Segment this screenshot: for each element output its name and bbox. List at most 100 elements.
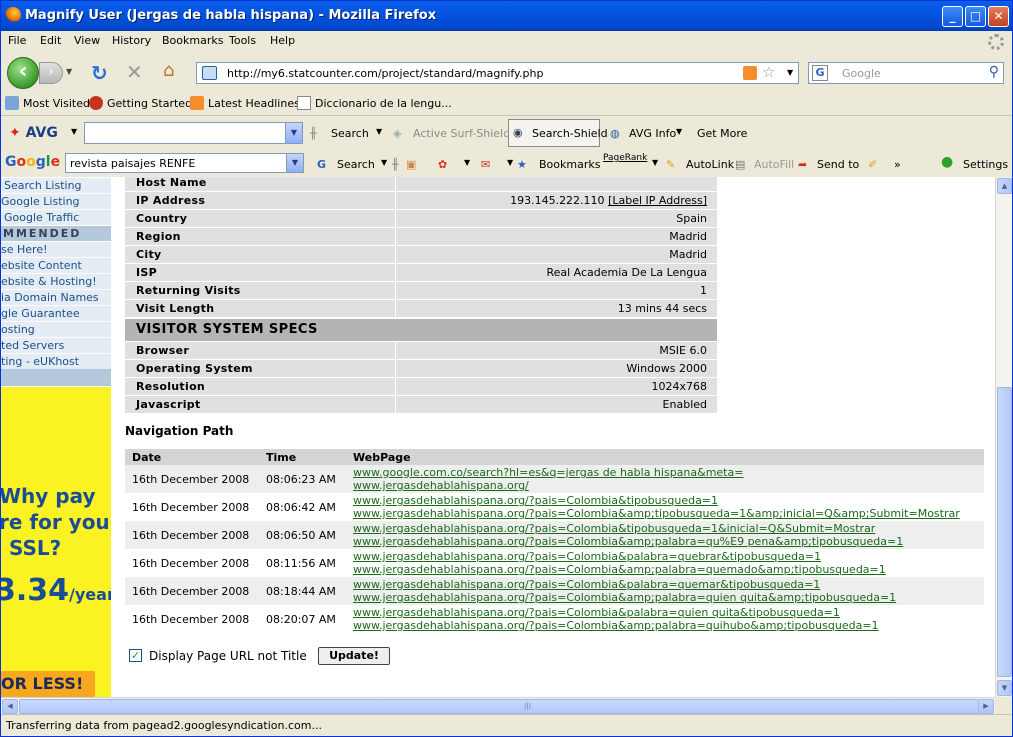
scroll-down-icon[interactable]: ▼ [997,680,1012,696]
search-icon[interactable]: ⚲ [989,64,999,80]
avg-search-input[interactable]: ▼ [84,122,303,144]
ad-cta-button[interactable]: OR LESS! [1,671,95,697]
menu-view[interactable]: View [74,34,100,47]
webpage-link[interactable]: www.jergasdehablahispana.org/?pais=Colom… [353,507,960,520]
forward-button[interactable]: › [39,62,63,84]
update-button[interactable]: Update! [318,647,390,665]
vertical-scrollbar[interactable]: ▲ ▼ [995,177,1012,697]
webpage-link[interactable]: www.jergasdehablahispana.org/?pais=Colom… [353,619,879,632]
url-bar[interactable]: http://my6.statcounter.com/project/stand… [196,62,799,84]
horizontal-scrollbar[interactable]: ◀ ||| ▶ [1,697,995,714]
webpage-link[interactable]: www.google.com.co/search?hl=es&q=jergas … [353,466,743,479]
sidebar-divider [1,369,111,386]
reload-icon[interactable]: ↻ [91,61,108,85]
google-logo[interactable]: Google [5,154,60,170]
url-dropdown-icon[interactable]: ▼ [787,68,793,77]
avg-logo[interactable]: ✦ AVG [9,125,58,141]
webpage-link[interactable]: www.jergasdehablahispana.org/ [353,479,529,492]
row-isp: ISP Real Academia De La Lengua [125,264,717,282]
webpage-link[interactable]: www.jergasdehablahispana.org/?pais=Colom… [353,494,718,507]
menu-file[interactable]: File [8,34,26,47]
pagerank-dropdown-icon[interactable]: ▼ [652,158,658,167]
label-ip-link[interactable]: [Label IP Address] [608,194,707,207]
bookmark-getting-started[interactable]: Getting Started [107,97,192,110]
home-icon[interactable]: ⌂ [163,60,174,81]
bookmark-latest-headlines[interactable]: Latest Headlines [208,97,300,110]
highlighter-icon[interactable]: ✐ [868,158,877,171]
menu-tools[interactable]: Tools [229,34,256,47]
google-query[interactable]: revista paisajes RENFE [70,157,195,170]
maximize-button[interactable]: □ [965,6,986,27]
active-surf-shield-button[interactable]: Active Surf-Shield [413,127,510,140]
scroll-left-icon[interactable]: ◀ [2,699,18,714]
google-search-input[interactable]: revista paisajes RENFE ▼ [65,153,304,173]
webpage-link[interactable]: www.jergasdehablahispana.org/?pais=Colom… [353,563,886,576]
search-engine-icon[interactable]: G [812,65,828,81]
send-to-button[interactable]: Send to [817,158,859,171]
sidebar-item-here[interactable]: se Here! [1,242,111,258]
avg-info-button[interactable]: AVG Info [629,127,676,140]
bookmark-diccionario[interactable]: Diccionario de la lengu... [315,97,452,110]
webpage-link[interactable]: www.jergasdehablahispana.org/?pais=Colom… [353,578,820,591]
sidebar-item-hosting[interactable]: osting [1,322,111,338]
sidebar-item-website-hosting[interactable]: ebsite & Hosting! [1,274,111,290]
vertical-scroll-thumb[interactable] [997,387,1012,677]
sidebar-item-search-listing[interactable]: Search Listing [1,178,111,194]
google-search-dropdown-icon[interactable]: ▼ [381,158,387,167]
mail-dropdown-icon[interactable]: ▼ [507,158,513,167]
rss-icon[interactable] [743,66,757,80]
url-text[interactable]: http://my6.statcounter.com/project/stand… [227,67,543,80]
search-box[interactable]: G Google ⚲ [808,62,1004,84]
avg-menu-dropdown-icon[interactable]: ▼ [71,127,77,136]
back-button[interactable]: ‹ [7,57,39,89]
sidebar-item-eukhost[interactable]: ting - eUKhost [1,354,111,370]
popup-dropdown-icon[interactable]: ▼ [464,158,470,167]
sidebar-item-website-content[interactable]: ebsite Content [1,258,111,274]
menu-help[interactable]: Help [270,34,295,47]
display-url-checkbox[interactable]: ✓ [129,649,142,662]
avg-search-dropdown-icon[interactable]: ▼ [376,127,382,136]
stop-icon[interactable]: ✕ [126,60,143,84]
bookmark-most-visited[interactable]: Most Visited [23,97,90,110]
google-search-button[interactable]: Search [337,158,375,171]
close-button[interactable]: ✕ [988,6,1009,27]
browser-window: Magnify User (Jergas de habla hispana) -… [0,0,1013,737]
site-identity-icon[interactable] [202,66,217,80]
horizontal-scroll-thumb[interactable] [19,699,979,714]
sidebar-item-domain-names[interactable]: ia Domain Names [1,290,111,306]
scroll-up-icon[interactable]: ▲ [997,178,1012,194]
webpage-link[interactable]: www.jergasdehablahispana.org/?pais=Colom… [353,550,821,563]
sidebar-item-guarantee[interactable]: gle Guarantee [1,306,111,322]
google-bookmarks-button[interactable]: Bookmarks [539,158,600,171]
scroll-right-icon[interactable]: ▶ [978,699,994,714]
history-dropdown-icon[interactable]: ▼ [66,67,72,76]
bookmark-star-icon[interactable]: ☆ [762,63,775,81]
webpage-link[interactable]: www.jergasdehablahispana.org/?pais=Colom… [353,522,875,535]
more-chevron-icon[interactable]: » [894,158,901,171]
webpage-link[interactable]: www.jergasdehablahispana.org/?pais=Colom… [353,535,903,548]
avg-search-button[interactable]: Search [331,127,369,140]
sidebar-item-google-traffic[interactable]: Google Traffic [1,210,111,226]
webpage-link[interactable]: www.jergasdehablahispana.org/?pais=Colom… [353,591,896,604]
popup-blocker-icon[interactable]: ✿ [438,158,447,171]
autolink-button[interactable]: AutoLink [686,158,734,171]
mail-icon[interactable]: ✉ [481,158,490,171]
window-title: Magnify User (Jergas de habla hispana) -… [25,8,437,23]
pagerank-button[interactable]: PageRank [603,153,647,163]
minimize-button[interactable]: _ [942,6,963,27]
avg-search-dropdown-icon[interactable]: ▼ [285,123,302,143]
sidebar-item-google-listing[interactable]: Google Listing [1,194,111,210]
avg-info-dropdown-icon[interactable]: ▼ [676,127,682,136]
news-icon[interactable]: ▣ [406,158,416,171]
search-shield-button[interactable]: ◉ Search-Shield [508,119,608,147]
settings-button[interactable]: Settings [963,158,1008,171]
menu-bookmarks[interactable]: Bookmarks [162,34,223,47]
autofill-button[interactable]: AutoFill [754,158,794,171]
webpage-link[interactable]: www.jergasdehablahispana.org/?pais=Colom… [353,606,840,619]
sidebar-item-servers[interactable]: ted Servers [1,338,111,354]
menu-history[interactable]: History [112,34,151,47]
get-more-button[interactable]: Get More [697,127,747,140]
ssl-ad-banner[interactable]: Why pay re for your SSL? 3.34/year OR LE… [1,387,120,697]
menu-edit[interactable]: Edit [40,34,61,47]
google-query-dropdown-icon[interactable]: ▼ [286,154,303,172]
